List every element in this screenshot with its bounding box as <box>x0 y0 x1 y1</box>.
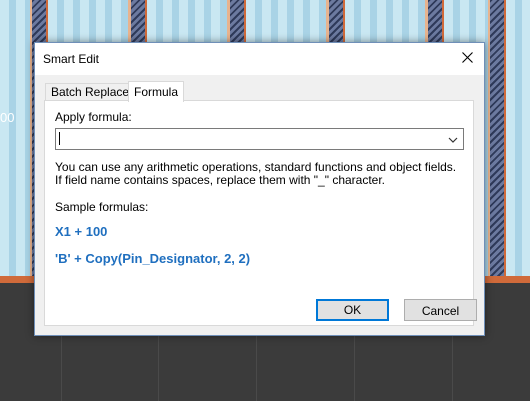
sample-formula: 'B' + Copy(Pin_Designator, 2, 2) <box>55 251 251 266</box>
dropdown-button[interactable] <box>443 129 463 149</box>
tab-formula[interactable]: Formula <box>128 81 184 102</box>
tab-label: Batch Replace <box>51 85 130 99</box>
close-button[interactable] <box>450 43 484 75</box>
formula-combobox[interactable] <box>55 128 464 150</box>
tab-label: Formula <box>134 85 179 99</box>
hatched-trace <box>490 0 504 276</box>
formula-input[interactable] <box>58 130 442 146</box>
dialog-title: Smart Edit <box>43 52 100 66</box>
ok-button-label: OK <box>343 303 362 317</box>
sample-formulas-label: Sample formulas: <box>55 200 149 214</box>
pad <box>506 0 530 276</box>
apply-formula-label: Apply formula: <box>55 110 132 124</box>
close-icon <box>461 52 473 66</box>
text-caret <box>59 132 60 145</box>
formula-description: You can use any arithmetic operations, s… <box>55 160 457 187</box>
title-bar[interactable]: Smart Edit <box>35 43 484 75</box>
sample-formula: X1 + 100 <box>55 224 108 239</box>
smart-edit-dialog: Smart Edit Batch Replace Formula Apply f… <box>34 42 485 336</box>
cancel-button[interactable]: Cancel <box>404 299 477 321</box>
ok-button[interactable]: OK <box>316 299 389 321</box>
cancel-button-label: Cancel <box>421 304 460 318</box>
formula-panel: Apply formula: You can use any arithmeti… <box>44 100 474 326</box>
pad-label: 00 <box>0 110 15 125</box>
tab-batch-replace[interactable]: Batch Replace <box>45 83 134 101</box>
chevron-down-icon <box>448 132 458 146</box>
pad <box>0 0 33 276</box>
